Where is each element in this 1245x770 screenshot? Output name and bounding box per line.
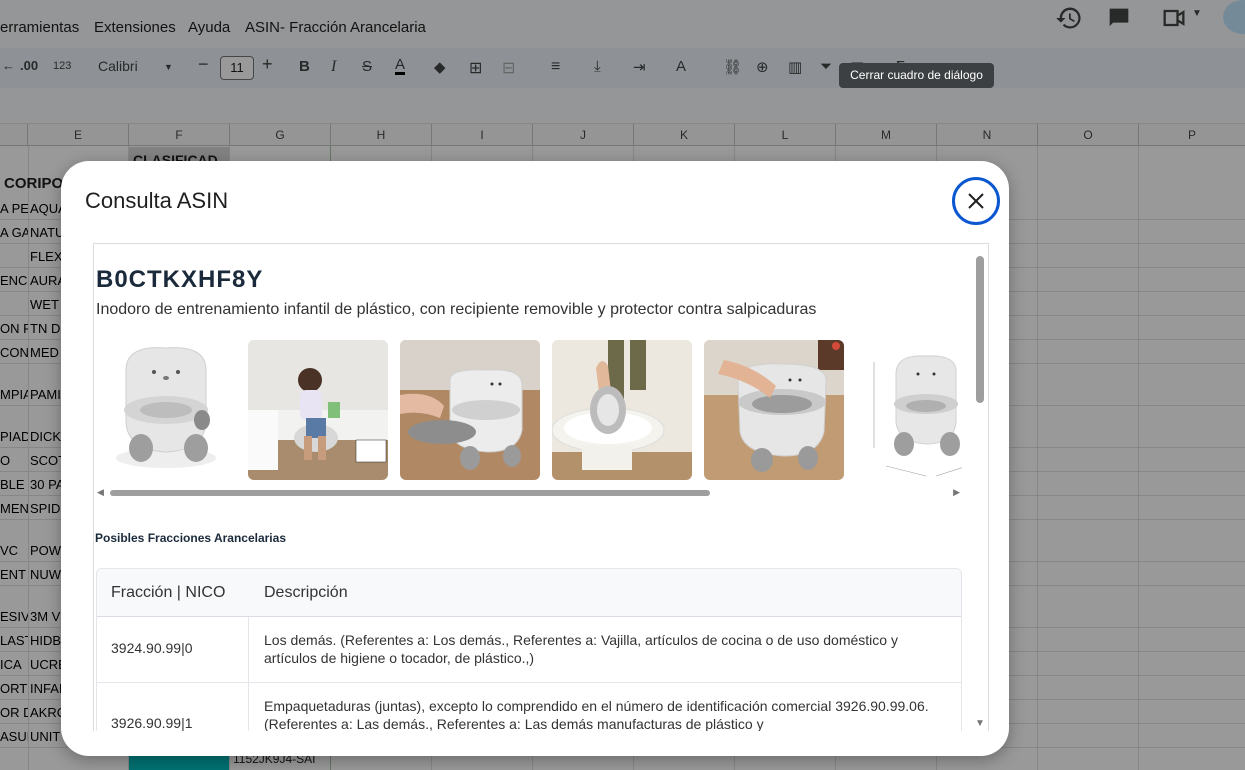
tariff-description: Los demás. (Referentes a: Los demás., Re… (264, 632, 898, 666)
table-row[interactable]: 3926.90.99|1 Empaquetaduras (juntas), ex… (97, 683, 961, 731)
scroll-left-icon[interactable]: ◀ (97, 487, 104, 498)
scrollbar-thumb[interactable] (976, 256, 984, 403)
product-image[interactable] (552, 340, 692, 480)
close-tooltip: Cerrar cuadro de diálogo (839, 63, 994, 88)
asin-dialog: Consulta ASIN B0CTKXHF8Y Inodoro de entr… (61, 161, 1009, 756)
gallery-scrollbar[interactable]: ◀ ▶ (96, 487, 962, 498)
product-image[interactable] (856, 340, 962, 480)
tariff-code: 3926.90.99|1 (111, 715, 193, 731)
tariff-table: Fracción | NICO Descripción 3924.90.99|0… (96, 568, 962, 731)
tariff-code: 3924.90.99|0 (111, 640, 193, 656)
product-image[interactable] (704, 340, 844, 480)
scrollbar-thumb[interactable] (110, 490, 710, 496)
column-header-fraccion: Fracción | NICO (111, 584, 226, 601)
dialog-content: B0CTKXHF8Y Inodoro de entrenamiento infa… (93, 243, 989, 731)
dialog-title: Consulta ASIN (85, 188, 229, 213)
section-title: Posibles Fracciones Arancelarias (95, 531, 286, 545)
column-header-descripcion: Descripción (264, 584, 348, 601)
asin-code: B0CTKXHF8Y (96, 266, 264, 293)
tariff-description: Empaquetaduras (juntas), excepto lo comp… (264, 698, 929, 731)
table-row[interactable]: 3924.90.99|0 Los demás. (Referentes a: L… (97, 617, 961, 683)
product-image[interactable] (400, 340, 540, 480)
product-image[interactable] (96, 340, 236, 480)
close-button[interactable] (952, 177, 1000, 225)
product-description: Inodoro de entrenamiento infantil de plá… (96, 301, 817, 318)
scroll-right-icon[interactable]: ▶ (953, 487, 960, 498)
table-header: Fracción | NICO Descripción (97, 569, 961, 617)
close-icon (968, 193, 984, 209)
product-image[interactable] (248, 340, 388, 480)
scroll-down-icon[interactable]: ▼ (975, 718, 985, 729)
dialog-scrollbar[interactable]: ▼ (973, 256, 987, 732)
image-gallery[interactable] (96, 340, 962, 482)
